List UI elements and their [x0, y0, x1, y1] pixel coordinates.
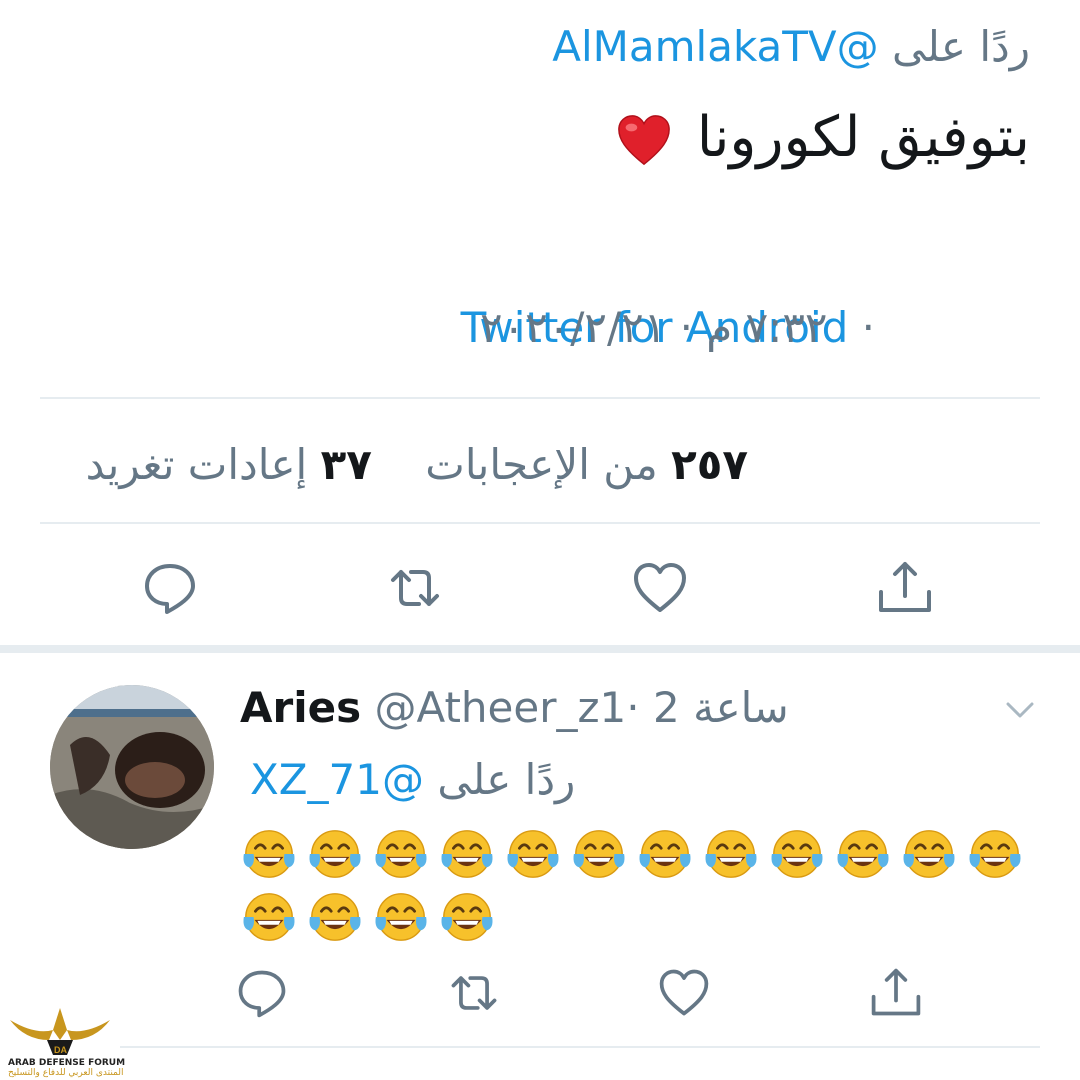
- tears-of-joy-emoji: [441, 893, 493, 941]
- tears-of-joy-emoji: [309, 893, 361, 941]
- avatar[interactable]: [50, 685, 214, 849]
- user-handle[interactable]: @Atheer_z1: [374, 683, 626, 732]
- reply-handle-link[interactable]: @AlMamlakaTV: [552, 22, 878, 71]
- reply-to-line: ردًا على @XZ_71: [250, 755, 575, 804]
- forum-watermark-text: ARAB DEFENSE FORUM المنتدى العربي للدفاع…: [8, 1058, 125, 1078]
- like-icon[interactable]: [630, 558, 690, 618]
- tears-of-joy-emoji: [243, 893, 295, 941]
- retweets-label: إعادات تغريد: [85, 440, 308, 489]
- tears-of-joy-emoji: [639, 830, 691, 878]
- share-icon[interactable]: [875, 558, 935, 618]
- watermark-line1: ARAB DEFENSE FORUM: [8, 1058, 126, 1068]
- retweet-icon[interactable]: [385, 558, 445, 618]
- tears-of-joy-emoji: [243, 830, 295, 878]
- reply-icon[interactable]: [234, 965, 290, 1021]
- likes-stat[interactable]: ٢٥٧ من الإعجابات: [412, 440, 748, 489]
- tears-of-joy-emoji: [441, 830, 493, 878]
- tears-of-joy-emoji: [837, 830, 889, 878]
- likes-label: من الإعجابات: [425, 440, 658, 489]
- divider: [40, 397, 1040, 399]
- retweets-count: ٣٧: [320, 440, 372, 489]
- avatar-photo: [50, 685, 214, 849]
- reply-header: Aries @Atheer_z1· 2 ساعة: [240, 683, 789, 732]
- chevron-down-icon[interactable]: [1000, 690, 1040, 730]
- tweet-timestamp-wrap: ٧:٣٢ م · ٢٠٢٠/٢/٢١: [480, 303, 880, 352]
- tears-of-joy-emoji: [309, 830, 361, 878]
- share-icon[interactable]: [868, 965, 924, 1021]
- watermark-line2: المنتدى العربي للدفاع والتسليح: [8, 1068, 124, 1078]
- reply-icon[interactable]: [140, 558, 200, 618]
- svg-text:DA: DA: [54, 1045, 67, 1055]
- divider: [40, 522, 1040, 524]
- retweet-icon[interactable]: [446, 965, 502, 1021]
- reply-to-line: ردًا على @AlMamlakaTV: [552, 22, 1030, 71]
- tweet-text: بتوفيق لكورونا: [615, 105, 1030, 170]
- reply-handle-link[interactable]: @XZ_71: [250, 755, 424, 804]
- emoji-row: [240, 888, 496, 946]
- tears-of-joy-emoji: [375, 893, 427, 941]
- reply-time[interactable]: 2 ساعة: [653, 683, 789, 732]
- tweet-body: بتوفيق لكورونا: [696, 105, 1030, 170]
- timestamp-text[interactable]: ٧:٣٢ م · ٢٠٢٠/٢/٢١: [480, 303, 827, 352]
- divider: [120, 1046, 1040, 1048]
- tears-of-joy-emoji: [771, 830, 823, 878]
- display-name[interactable]: Aries: [240, 683, 361, 732]
- tweet-stats: ٢٥٧ من الإعجابات ٣٧ إعادات تغريد: [48, 440, 748, 489]
- tears-of-joy-emoji: [705, 830, 757, 878]
- retweets-stat[interactable]: ٣٧ إعادات تغريد: [86, 440, 372, 489]
- likes-count: ٢٥٧: [671, 440, 748, 489]
- reply-prefix: ردًا على: [437, 755, 576, 804]
- red-heart-emoji: [618, 115, 670, 165]
- tears-of-joy-emoji: [903, 830, 955, 878]
- tears-of-joy-emoji: [507, 830, 559, 878]
- header-separator: ·: [626, 683, 640, 732]
- tears-of-joy-emoji: [969, 830, 1021, 878]
- section-divider: [0, 645, 1080, 653]
- emoji-row: [240, 825, 1024, 883]
- like-icon[interactable]: [656, 965, 712, 1021]
- tears-of-joy-emoji: [375, 830, 427, 878]
- tears-of-joy-emoji: [573, 830, 625, 878]
- reply-prefix: ردًا على: [892, 22, 1030, 71]
